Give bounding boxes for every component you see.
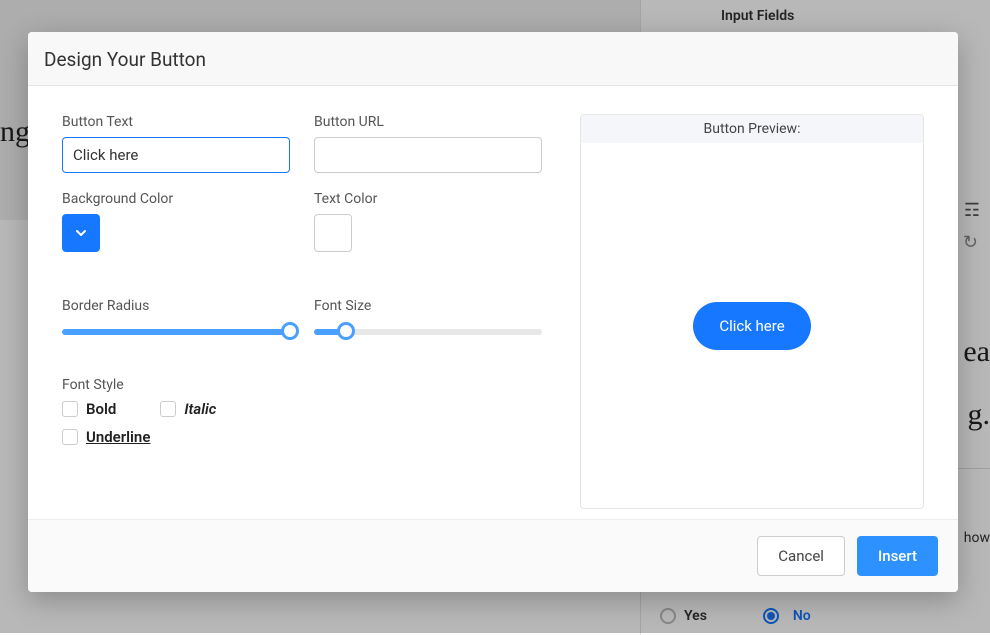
modal-footer: Cancel Insert xyxy=(28,519,958,592)
field-background-color: Background Color xyxy=(62,191,290,252)
font-style-options: Bold Italic Underline xyxy=(62,400,542,446)
field-font-size: Font Size xyxy=(314,270,542,341)
preview-button[interactable]: Click here xyxy=(693,302,810,350)
font-style-label: Font Style xyxy=(62,377,542,393)
modal-title: Design Your Button xyxy=(44,48,942,71)
slider-fill xyxy=(62,329,290,335)
button-url-label: Button URL xyxy=(314,114,542,130)
design-button-modal: Design Your Button Button Text Button UR… xyxy=(28,32,958,592)
modal-header: Design Your Button xyxy=(28,32,958,86)
background-color-picker[interactable] xyxy=(62,214,100,252)
underline-label: Underline xyxy=(86,428,150,446)
border-radius-label: Border Radius xyxy=(62,298,290,314)
cancel-button[interactable]: Cancel xyxy=(757,536,845,576)
background-color-label: Background Color xyxy=(62,191,290,207)
checkbox-underline[interactable]: Underline xyxy=(62,428,542,446)
checkbox-icon xyxy=(160,401,176,417)
preview-area: Click here xyxy=(581,143,923,508)
field-font-style: Font Style Bold Italic Underline xyxy=(62,359,542,446)
checkbox-italic[interactable]: Italic xyxy=(160,400,216,418)
slider-thumb[interactable] xyxy=(281,322,299,340)
chevron-down-icon xyxy=(75,227,87,239)
font-size-label: Font Size xyxy=(314,298,542,314)
font-size-slider[interactable] xyxy=(314,321,542,341)
field-button-url: Button URL xyxy=(314,114,542,173)
preview-column: Button Preview: Click here xyxy=(580,114,924,509)
checkbox-icon xyxy=(62,401,78,417)
field-button-text: Button Text xyxy=(62,114,290,173)
text-color-picker[interactable] xyxy=(314,214,352,252)
button-text-label: Button Text xyxy=(62,114,290,130)
text-color-label: Text Color xyxy=(314,191,542,207)
insert-button[interactable]: Insert xyxy=(857,536,938,576)
checkbox-icon xyxy=(62,429,78,445)
modal-body: Button Text Button URL Background Color … xyxy=(28,86,958,519)
italic-label: Italic xyxy=(184,400,216,418)
field-border-radius: Border Radius xyxy=(62,270,290,341)
bold-label: Bold xyxy=(86,400,116,418)
preview-header: Button Preview: xyxy=(581,115,923,143)
button-url-input[interactable] xyxy=(314,137,542,173)
slider-thumb[interactable] xyxy=(337,322,355,340)
border-radius-slider[interactable] xyxy=(62,321,290,341)
button-text-input[interactable] xyxy=(62,137,290,173)
checkbox-bold[interactable]: Bold xyxy=(62,400,116,418)
field-text-color: Text Color xyxy=(314,191,542,252)
form-column: Button Text Button URL Background Color … xyxy=(62,114,562,509)
